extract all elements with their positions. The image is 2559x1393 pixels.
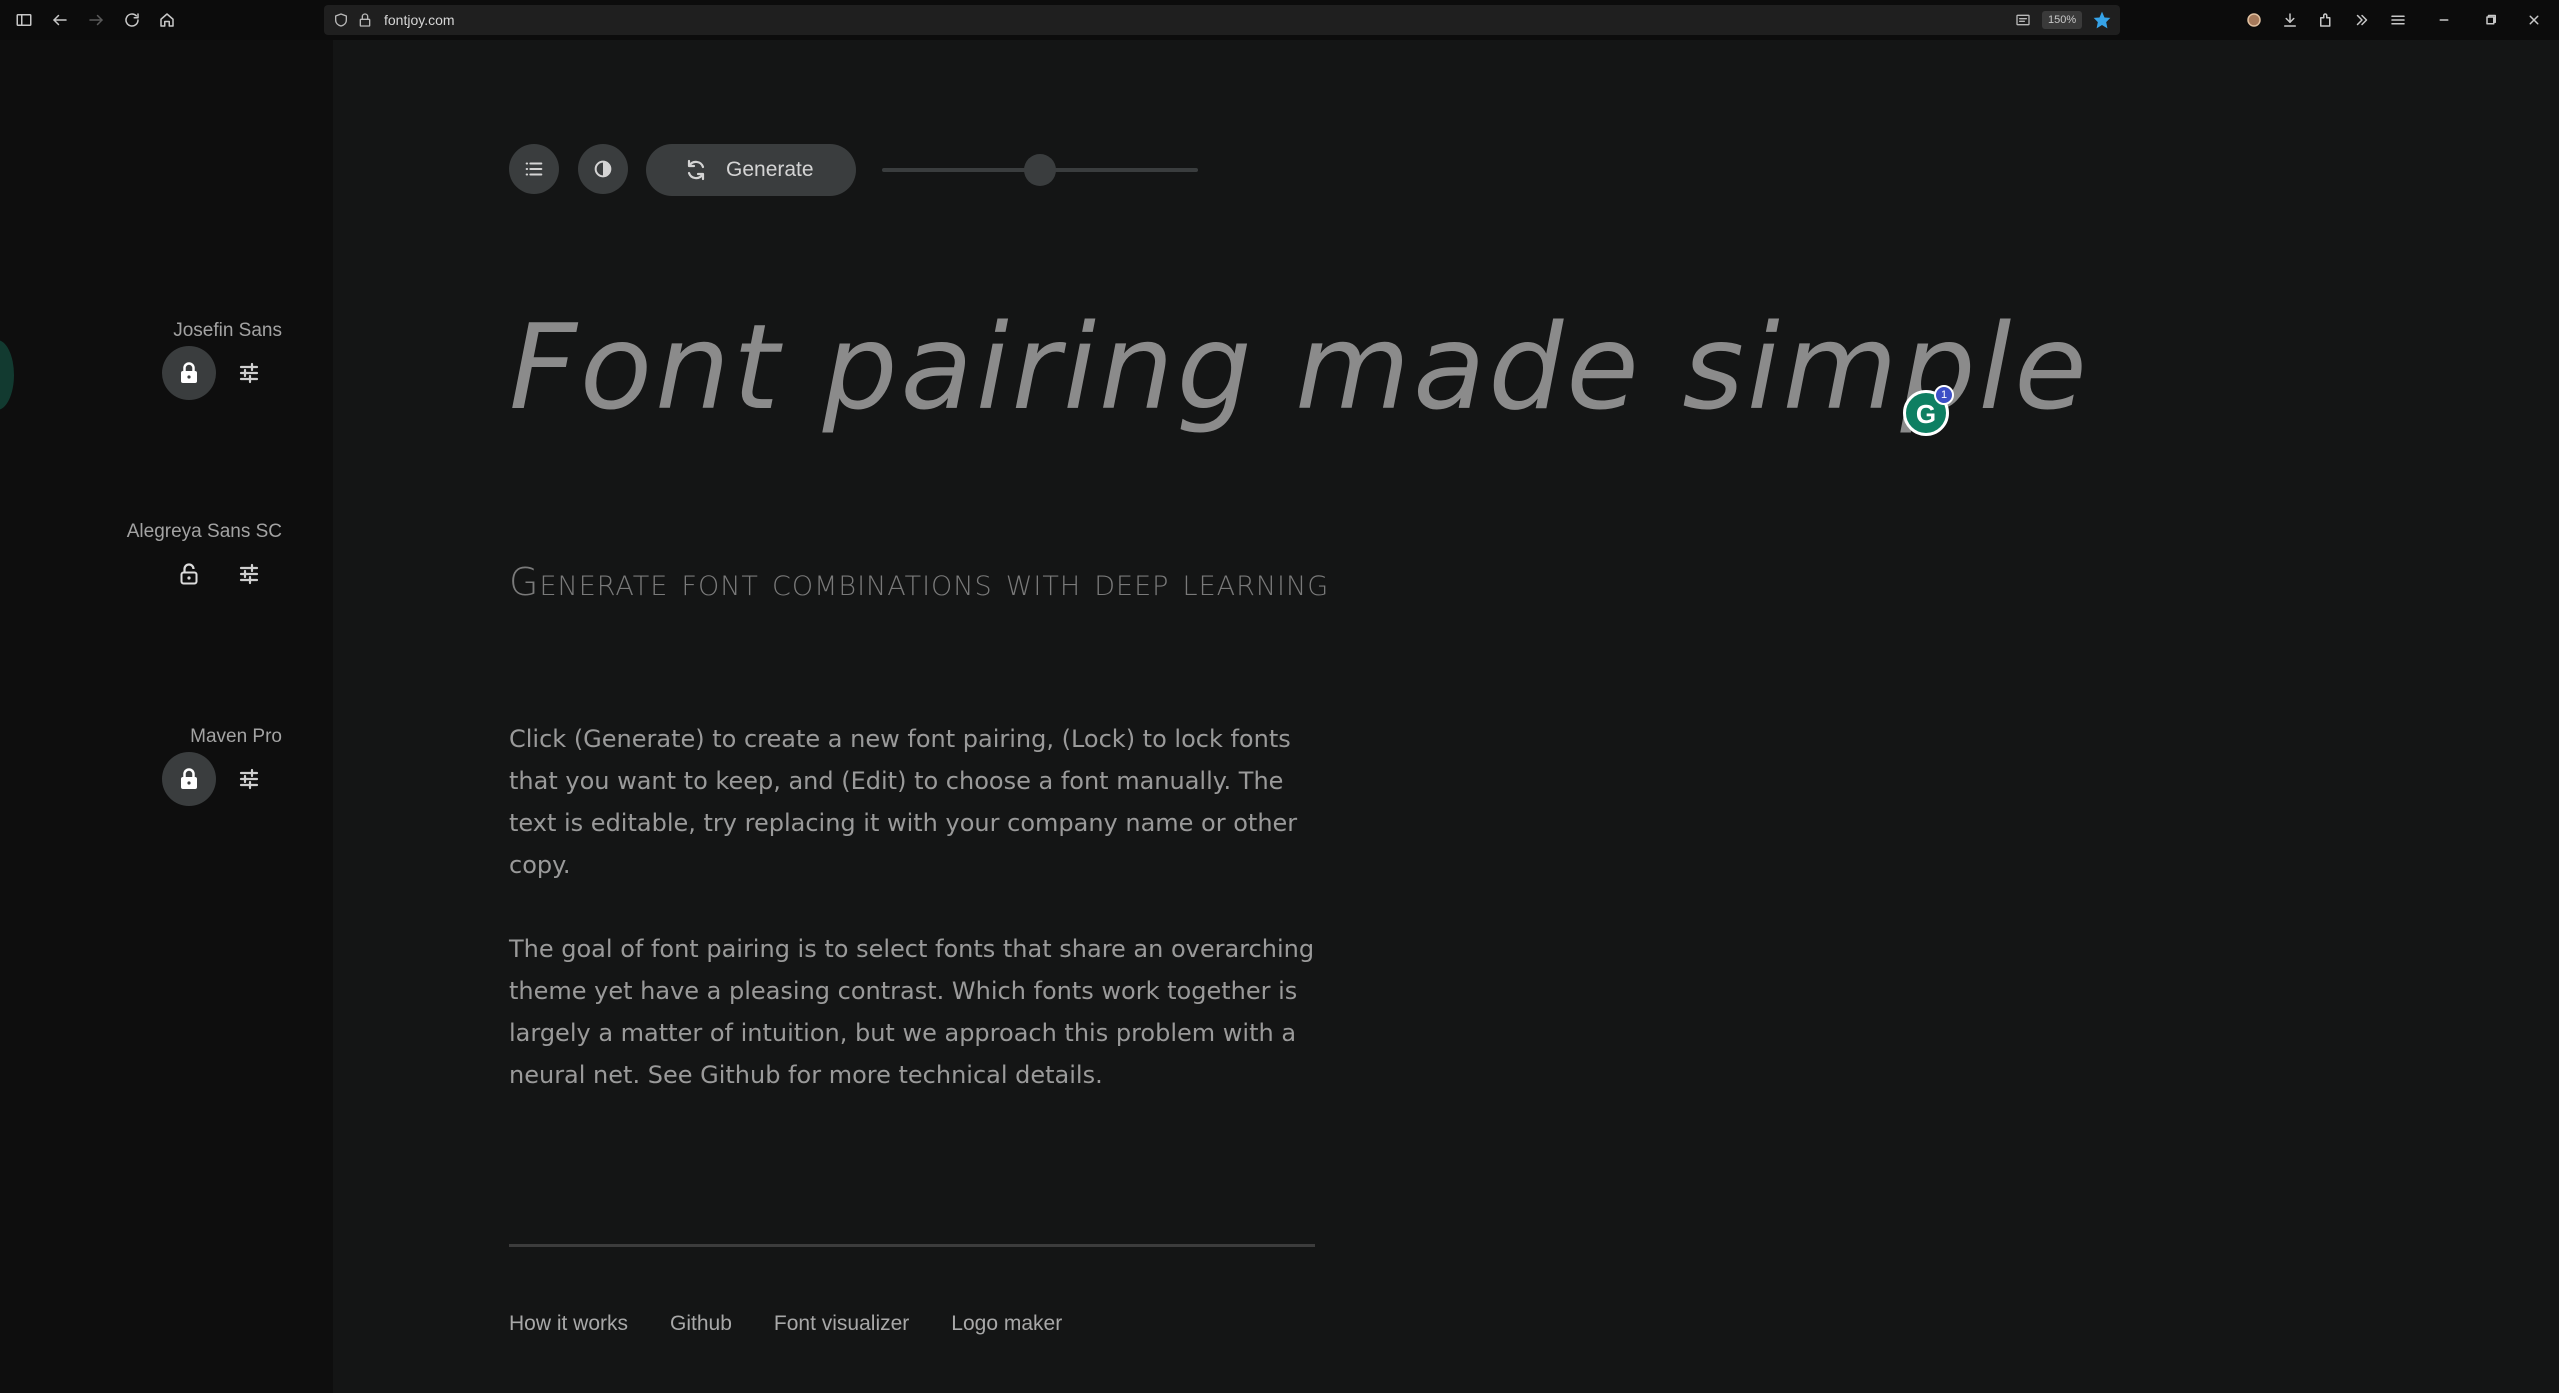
home-icon[interactable] — [155, 8, 179, 32]
forward-icon[interactable] — [84, 8, 108, 32]
list-icon — [525, 162, 543, 176]
footer-nav: How it works Github Font visualizer Logo… — [509, 1312, 1062, 1336]
generator-toolbar: Generate — [509, 144, 1269, 196]
sliders-icon — [239, 563, 259, 585]
body-paragraph-1[interactable]: Click (Generate) to create a new font pa… — [509, 718, 1329, 886]
subheading-text[interactable]: Generate font combinations with deep lea… — [509, 550, 1389, 614]
sliders-icon — [239, 362, 259, 384]
lock-font-button[interactable] — [162, 752, 216, 806]
font-slot-1: Josefin Sans — [22, 320, 282, 400]
minimize-icon[interactable] — [2432, 8, 2456, 32]
font-slot-2: Alegreya Sans SC — [22, 521, 282, 585]
browser-toolbar: fontjoy.com 150% — [0, 0, 2559, 40]
lock-open-icon — [180, 563, 198, 585]
font-sidebar: Josefin Sans Alegreya Sans SC Maven Pro — [0, 40, 333, 1393]
zoom-level-badge[interactable]: 150% — [2042, 11, 2083, 29]
generate-button-label: Generate — [726, 158, 814, 181]
lock-font-button[interactable] — [162, 547, 216, 601]
sidebar-toggle-icon[interactable] — [12, 8, 36, 32]
bookmark-star-icon[interactable] — [2092, 10, 2112, 30]
sidebar-edge-accent — [0, 340, 14, 410]
account-avatar-icon[interactable] — [2242, 8, 2266, 32]
more-tools-icon[interactable] — [2350, 8, 2374, 32]
grammarly-count-badge: 1 — [1934, 385, 1954, 405]
body-paragraph-2[interactable]: The goal of font pairing is to select fo… — [509, 928, 1329, 1096]
grammarly-icon[interactable]: G 1 — [1903, 385, 1954, 436]
refresh-icon — [687, 159, 705, 181]
edit-font-button[interactable] — [232, 557, 266, 591]
lock-icon[interactable] — [356, 11, 374, 29]
sliders-icon — [239, 768, 259, 790]
font-name-label: Josefin Sans — [173, 320, 282, 341]
footer-link-font-visualizer[interactable]: Font visualizer — [774, 1312, 909, 1336]
font-name-label: Maven Pro — [190, 726, 282, 747]
reload-icon[interactable] — [120, 8, 144, 32]
back-icon[interactable] — [48, 8, 72, 32]
footer-divider — [509, 1244, 1315, 1247]
theme-toggle-button[interactable] — [578, 144, 628, 194]
reader-view-icon[interactable] — [2014, 11, 2032, 29]
close-window-icon[interactable] — [2522, 8, 2546, 32]
footer-link-github[interactable]: Github — [670, 1312, 732, 1336]
contrast-slider-track[interactable] — [882, 154, 1198, 186]
menu-icon[interactable] — [2386, 8, 2410, 32]
restore-icon[interactable] — [2478, 8, 2502, 32]
main-content: Generate Font pairing made simple G 1 Ge… — [333, 40, 2559, 1393]
contrast-slider-thumb[interactable] — [1024, 154, 1056, 186]
footer-link-logo-maker[interactable]: Logo maker — [951, 1312, 1062, 1336]
shield-icon[interactable] — [332, 11, 350, 29]
font-name-label: Alegreya Sans SC — [126, 521, 282, 542]
downloads-icon[interactable] — [2278, 8, 2302, 32]
footer-link-how-it-works[interactable]: How it works — [509, 1312, 628, 1336]
lock-font-button[interactable] — [162, 346, 216, 400]
address-bar[interactable]: fontjoy.com 150% — [324, 5, 2120, 35]
lock-closed-icon — [181, 362, 197, 383]
extensions-icon[interactable] — [2314, 8, 2338, 32]
headline-text[interactable]: Font pairing made simple — [509, 298, 2090, 436]
generate-button[interactable]: Generate — [646, 144, 856, 196]
list-view-button[interactable] — [509, 144, 559, 194]
font-slot-controls — [162, 752, 282, 806]
font-slot-controls — [162, 547, 282, 601]
font-slot-3: Maven Pro — [22, 726, 282, 806]
contrast-icon — [594, 160, 612, 178]
edit-font-button[interactable] — [232, 762, 266, 796]
font-slot-controls — [162, 346, 282, 400]
url-text[interactable]: fontjoy.com — [384, 12, 455, 28]
edit-font-button[interactable] — [232, 356, 266, 390]
lock-closed-icon — [181, 768, 197, 789]
